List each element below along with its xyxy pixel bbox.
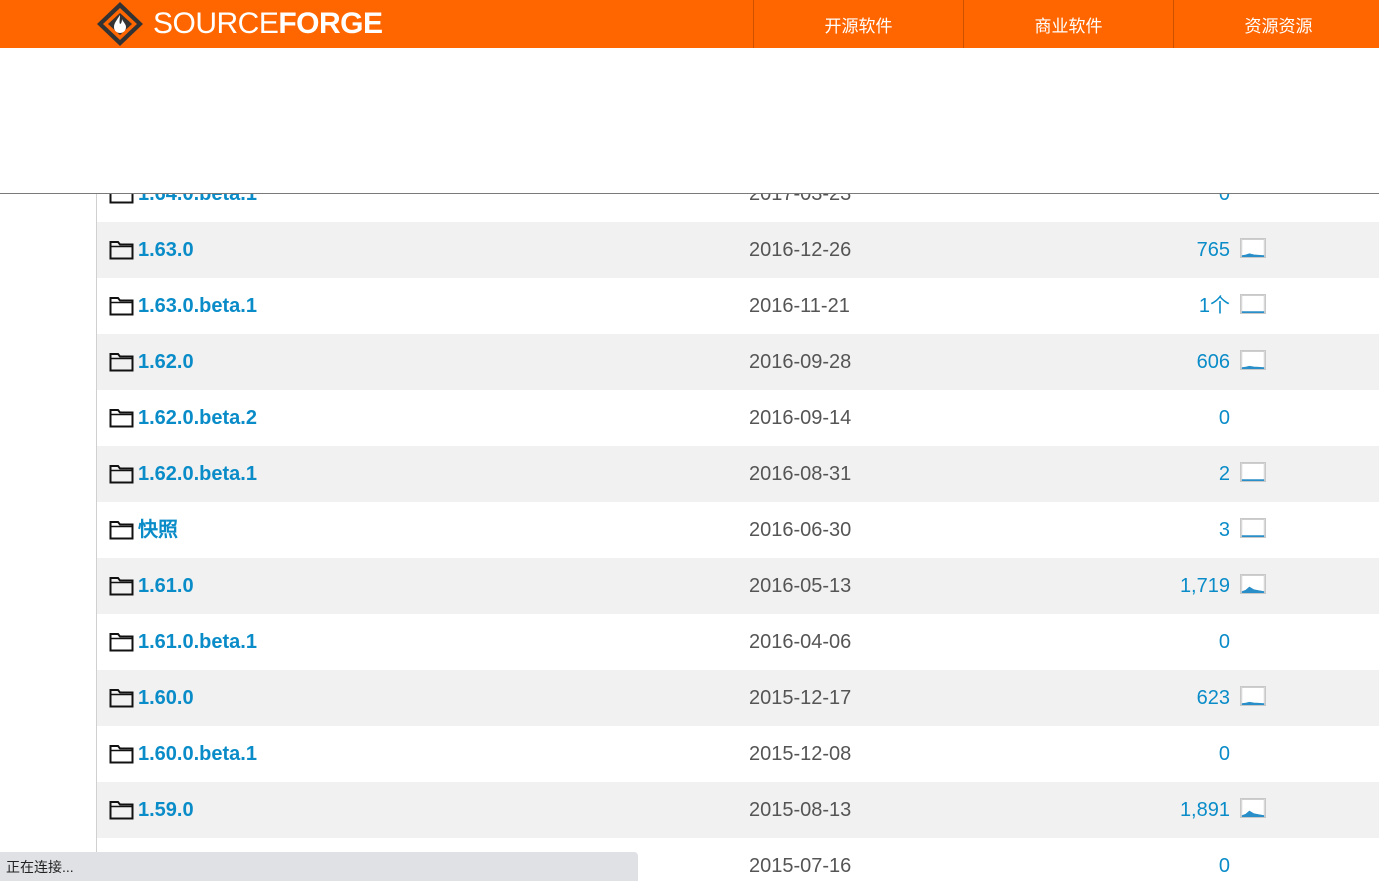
folder-date: 2016-09-14 [749,407,852,429]
download-count[interactable]: 0 [1219,838,1230,894]
download-count[interactable]: 0 [1219,614,1230,670]
folder-date: 2016-12-26 [749,239,852,261]
download-sparkline[interactable] [1240,462,1266,482]
file-row[interactable]: 1.62.0.beta.2 2016-09-14 0 [97,390,1379,446]
folder-date: 2016-11-21 [749,295,850,317]
folder-date: 2015-08-13 [749,799,852,821]
folder-date: 2015-07-16 [749,855,852,877]
folder-icon [109,297,134,316]
download-sparkline[interactable] [1240,798,1266,818]
sourceforge-logo-icon [97,2,143,46]
browser-status-bar: 正在连接... [0,852,638,881]
download-count[interactable]: 606 [1197,334,1230,390]
logo-text-forge: FORGE [278,7,383,40]
folder-link[interactable]: 1.62.0.beta.1 [138,446,257,502]
download-sparkline[interactable] [1240,518,1266,538]
file-row[interactable]: 1.61.0 2016-05-13 1,719 [97,558,1379,614]
folder-icon [109,745,134,764]
download-count[interactable]: 0 [1219,726,1230,782]
nav-commercial[interactable]: 商业软件 [963,0,1173,48]
sourceforge-logo[interactable]: SOURCEFORGE [95,0,383,48]
nav-open-source[interactable]: 开源软件 [753,0,963,48]
folder-icon [109,801,134,820]
file-row[interactable]: 1.63.0.beta.1 2016-11-21 1个 [97,278,1379,334]
folder-date: 2016-04-06 [749,631,852,653]
folder-link[interactable]: 1.61.0.beta.1 [138,614,257,670]
download-count[interactable]: 1个 [1199,278,1230,334]
download-count[interactable]: 1,719 [1180,558,1230,614]
file-row[interactable]: 1.59.0 2015-08-13 1,891 [97,782,1379,838]
folder-icon [109,689,134,708]
folder-date: 2016-08-31 [749,463,852,485]
nav-resources[interactable]: 资源资源 [1173,0,1379,48]
download-sparkline[interactable] [1240,350,1266,370]
site-header: SOURCEFORGE 开源软件 商业软件 资源资源 [0,0,1379,48]
folder-link[interactable]: 1.63.0 [138,222,194,278]
folder-icon [109,353,134,372]
folder-link[interactable]: 1.61.0 [138,558,194,614]
folder-link[interactable]: 1.60.0 [138,670,194,726]
folder-link[interactable]: 1.62.0.beta.2 [138,390,257,446]
download-sparkline[interactable] [1240,686,1266,706]
folder-date: 2016-05-13 [749,575,852,597]
file-row[interactable]: 快照 2016-06-30 3 [97,502,1379,558]
folder-link[interactable]: 1.62.0 [138,334,194,390]
download-sparkline[interactable] [1240,238,1266,258]
download-sparkline[interactable] [1240,574,1266,594]
download-sparkline[interactable] [1240,294,1266,314]
folder-link[interactable]: 1.59.0 [138,782,194,838]
download-count[interactable]: 2 [1219,446,1230,502]
folder-icon [109,241,134,260]
download-count[interactable]: 623 [1197,670,1230,726]
folder-date: 2015-12-08 [749,743,852,765]
top-nav: 开源软件 商业软件 资源资源 [753,0,1379,48]
file-row[interactable]: 1.61.0.beta.1 2016-04-06 0 [97,614,1379,670]
folder-date: 2015-12-17 [749,687,852,709]
download-count[interactable]: 1,891 [1180,782,1230,838]
file-row[interactable]: 1.62.0.beta.1 2016-08-31 2 [97,446,1379,502]
download-count[interactable]: 0 [1219,390,1230,446]
file-row[interactable]: 1.60.0 2015-12-17 623 [97,670,1379,726]
folder-link[interactable]: 1.60.0.beta.1 [138,726,257,782]
folder-icon [109,577,134,596]
file-row[interactable]: 1.62.0 2016-09-28 606 [97,334,1379,390]
folder-link[interactable]: 1.63.0.beta.1 [138,278,257,334]
folder-icon [109,633,134,652]
folder-icon [109,465,134,484]
folder-icon [109,409,134,428]
file-row[interactable]: 1.63.0 2016-12-26 765 [97,222,1379,278]
folder-date: 2016-09-28 [749,351,852,373]
file-row[interactable]: 1.60.0.beta.1 2015-12-08 0 [97,726,1379,782]
header-spacer [0,48,1379,194]
folder-icon [109,521,134,540]
download-count[interactable]: 3 [1219,502,1230,558]
folder-link[interactable]: 快照 [138,502,178,558]
download-count[interactable]: 765 [1197,222,1230,278]
files-table: 1.64.0.beta.1 2017-03-23 0 1.63.0 2016-12-26… [97,166,1379,894]
logo-wordmark: SOURCEFORGE [153,7,383,41]
folder-date: 2016-06-30 [749,519,852,541]
logo-text-source: SOURCE [153,7,279,40]
